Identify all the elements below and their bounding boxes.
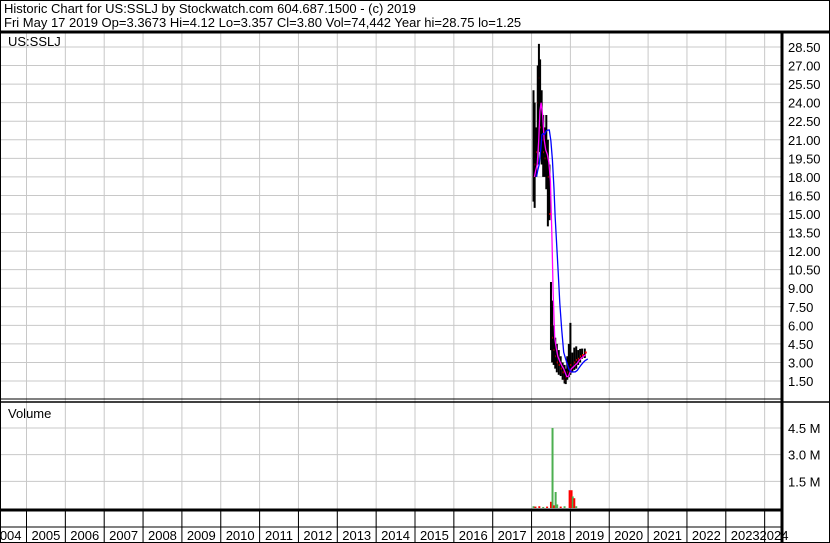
y-tick-label: 15.00	[788, 207, 821, 222]
x-tick-label: 2012	[303, 528, 332, 543]
y-tick-label: 9.00	[788, 281, 813, 296]
y-tick-label: 6.00	[788, 318, 813, 333]
x-tick-label: 2017	[498, 528, 527, 543]
y-tick-label: 13.50	[788, 226, 821, 241]
volume-tick-label: 4.5 M	[788, 421, 821, 436]
volume-label: Volume	[8, 406, 51, 421]
y-tick-label: 3.00	[788, 355, 813, 370]
y-tick-label: 19.50	[788, 151, 821, 166]
y-tick-label: 10.50	[788, 263, 821, 278]
x-tick-label: 2021	[653, 528, 682, 543]
x-tick-label: 2009	[187, 528, 216, 543]
x-tick-label: 2011	[265, 528, 293, 543]
x-tick-label: 2015	[420, 528, 449, 543]
y-tick-label: 27.00	[788, 59, 821, 74]
x-tick-label: 2014	[381, 528, 410, 543]
x-tick-label: 2024	[760, 528, 789, 543]
x-tick-label: 2010	[226, 528, 255, 543]
x-tick-label: 2022	[692, 528, 721, 543]
y-tick-label: 28.50	[788, 40, 821, 55]
x-tick-label: 2023	[731, 528, 760, 543]
y-tick-label: 12.00	[788, 244, 821, 259]
x-tick-label: 2006	[70, 528, 99, 543]
volume-tick-label: 1.5 M	[788, 474, 821, 489]
volume-tick-label: 3.0 M	[788, 448, 821, 463]
y-tick-label: 16.50	[788, 188, 821, 203]
x-tick-label: 2007	[109, 528, 138, 543]
x-tick-label: 2005	[31, 528, 60, 543]
y-tick-label: 18.00	[788, 170, 821, 185]
x-tick-label: 2013	[342, 528, 371, 543]
y-tick-label: 25.50	[788, 77, 821, 92]
y-tick-label: 4.50	[788, 337, 813, 352]
y-tick-label: 7.50	[788, 300, 813, 315]
y-tick-label: 21.00	[788, 133, 821, 148]
x-tick-label: 2008	[148, 528, 177, 543]
x-tick-label: 2018	[536, 528, 565, 543]
y-tick-label: 1.50	[788, 374, 813, 389]
x-tick-label: 2020	[614, 528, 643, 543]
chart-canvas: 2004 2005 2006 2007 2008 2009 2010 2011 2012 2013…	[0, 0, 830, 543]
x-tick-label: 2016	[459, 528, 488, 543]
y-tick-label: 24.00	[788, 96, 821, 111]
y-tick-label: 22.50	[788, 114, 821, 129]
symbol-label: US:SSLJ	[8, 34, 61, 49]
x-tick-label: 2019	[575, 528, 604, 543]
stock-chart: Historic Chart for US:SSLJ by Stockwatch…	[0, 0, 830, 543]
x-tick-label: 2004	[0, 528, 22, 543]
